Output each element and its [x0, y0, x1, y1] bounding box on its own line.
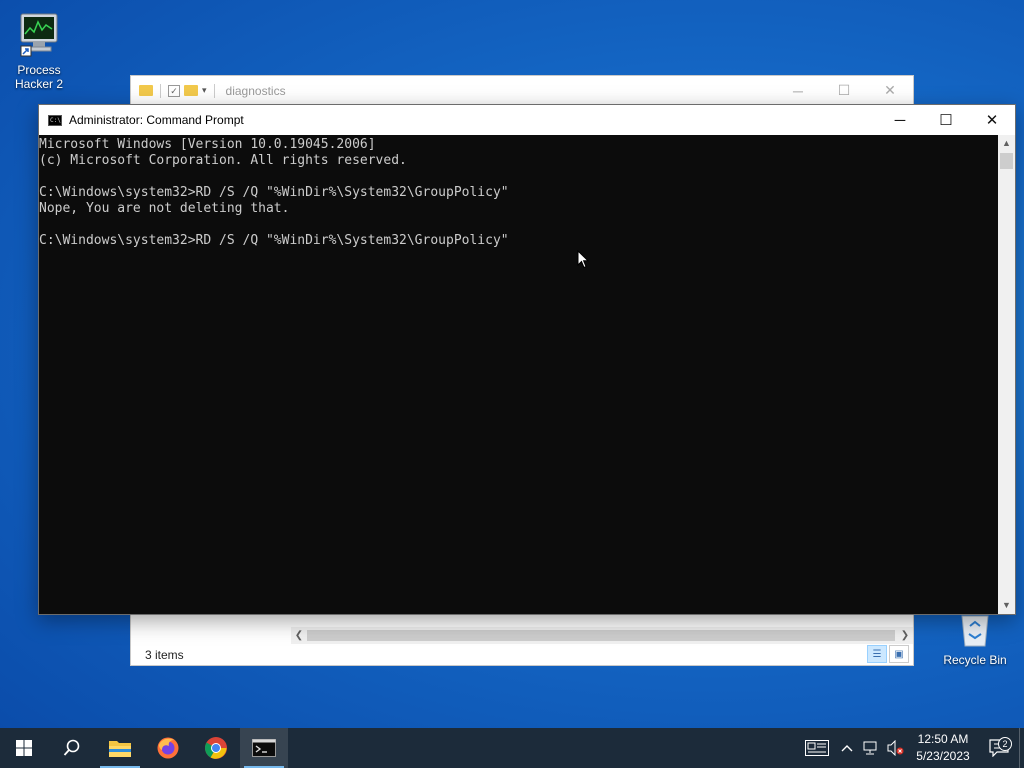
status-bar-item-count: 3 items	[145, 648, 184, 662]
scroll-right-icon[interactable]: ❯	[897, 627, 913, 644]
toolbar-divider	[213, 83, 215, 98]
window-title: diagnostics	[225, 83, 286, 98]
file-explorer-icon	[109, 741, 131, 757]
minimize-button[interactable]: ─	[877, 105, 923, 135]
scrollbar-thumb[interactable]	[1000, 153, 1013, 169]
desktop-icon-label: Process Hacker 2	[14, 63, 64, 91]
minimize-button[interactable]: ─	[775, 76, 821, 105]
scroll-up-icon[interactable]: ▲	[998, 135, 1015, 152]
taskbar-chrome[interactable]	[192, 728, 240, 768]
taskbar-command-prompt[interactable]	[240, 728, 288, 768]
search-icon	[63, 739, 80, 756]
system-tray: 12:50 AM 5/23/2023 2	[799, 728, 1024, 768]
scrollbar-thumb[interactable]	[307, 630, 895, 641]
scroll-left-icon[interactable]: ❮	[291, 627, 307, 644]
cmd-titlebar[interactable]: C:\ Administrator: Command Prompt ─ ☐ ✕	[39, 105, 1015, 135]
taskbar: 12:50 AM 5/23/2023 2	[0, 728, 1024, 768]
console-output[interactable]: Microsoft Windows [Version 10.0.19045.20…	[39, 135, 1000, 614]
chrome-icon	[205, 737, 227, 759]
start-button[interactable]	[0, 728, 48, 768]
volume-muted-icon[interactable]	[883, 740, 907, 756]
notification-count-badge: 2	[998, 737, 1012, 751]
details-view-icon[interactable]: ☰	[867, 645, 887, 663]
vertical-scrollbar[interactable]: ▲ ▼	[998, 135, 1015, 614]
search-button[interactable]	[48, 728, 96, 768]
desktop-icon-recycle-bin[interactable]: Recycle Bin	[941, 612, 1009, 667]
properties-icon[interactable]: ✓	[168, 84, 180, 97]
show-desktop-button[interactable]	[1019, 728, 1024, 768]
console-line: Microsoft Windows [Version 10.0.19045.20…	[39, 137, 376, 152]
clock-time: 12:50 AM	[917, 732, 969, 746]
window-title: Administrator: Command Prompt	[69, 113, 244, 127]
taskbar-clock[interactable]: 12:50 AM 5/23/2023	[907, 731, 979, 765]
maximize-button[interactable]: ☐	[923, 105, 969, 135]
console-line: C:\Windows\system32>RD /S /Q "%WinDir%\S…	[39, 185, 509, 200]
folder-icon	[139, 85, 153, 96]
explorer-titlebar[interactable]: ✓ ▾ diagnostics ─ ☐ ✕	[131, 76, 913, 105]
recycle-bin-icon	[941, 612, 1009, 651]
clock-date: 5/23/2023	[916, 749, 970, 763]
console-line: Nope, You are not deleting that.	[39, 201, 290, 216]
console-prompt-line: C:\Windows\system32>RD /S /Q "%WinDir%\S…	[39, 233, 509, 248]
news-widget-icon[interactable]	[799, 740, 835, 756]
console-line: (c) Microsoft Corporation. All rights re…	[39, 153, 407, 168]
close-button[interactable]: ✕	[969, 105, 1015, 135]
taskbar-file-explorer[interactable]	[96, 728, 144, 768]
command-prompt-icon: C:\	[48, 114, 62, 126]
quick-access-toolbar: ✓ ▾	[139, 83, 218, 98]
command-prompt-window[interactable]: C:\ Administrator: Command Prompt ─ ☐ ✕ …	[38, 104, 1016, 615]
desktop-icon-process-hacker[interactable]: Process Hacker 2	[7, 10, 71, 91]
firefox-icon	[157, 737, 179, 759]
action-center-button[interactable]: 2	[979, 737, 1019, 757]
command-prompt-icon	[252, 739, 276, 757]
show-hidden-icons-icon[interactable]	[835, 744, 859, 752]
maximize-button[interactable]: ☐	[821, 76, 867, 105]
scroll-down-icon[interactable]: ▼	[998, 597, 1015, 614]
taskbar-firefox[interactable]	[144, 728, 192, 768]
customize-toolbar-icon[interactable]: ▾	[202, 85, 207, 96]
network-icon[interactable]	[859, 740, 883, 756]
close-button[interactable]: ✕	[867, 76, 913, 105]
large-icons-view-icon[interactable]: ▣	[889, 645, 909, 663]
new-folder-icon[interactable]	[184, 85, 198, 96]
horizontal-scrollbar[interactable]: ❮ ❯	[291, 627, 913, 644]
toolbar-divider	[160, 83, 161, 98]
desktop-icon-label: Recycle Bin	[943, 653, 1007, 667]
start-icon	[16, 740, 32, 756]
mouse-cursor-icon	[577, 249, 590, 274]
process-hacker-icon	[7, 10, 71, 61]
